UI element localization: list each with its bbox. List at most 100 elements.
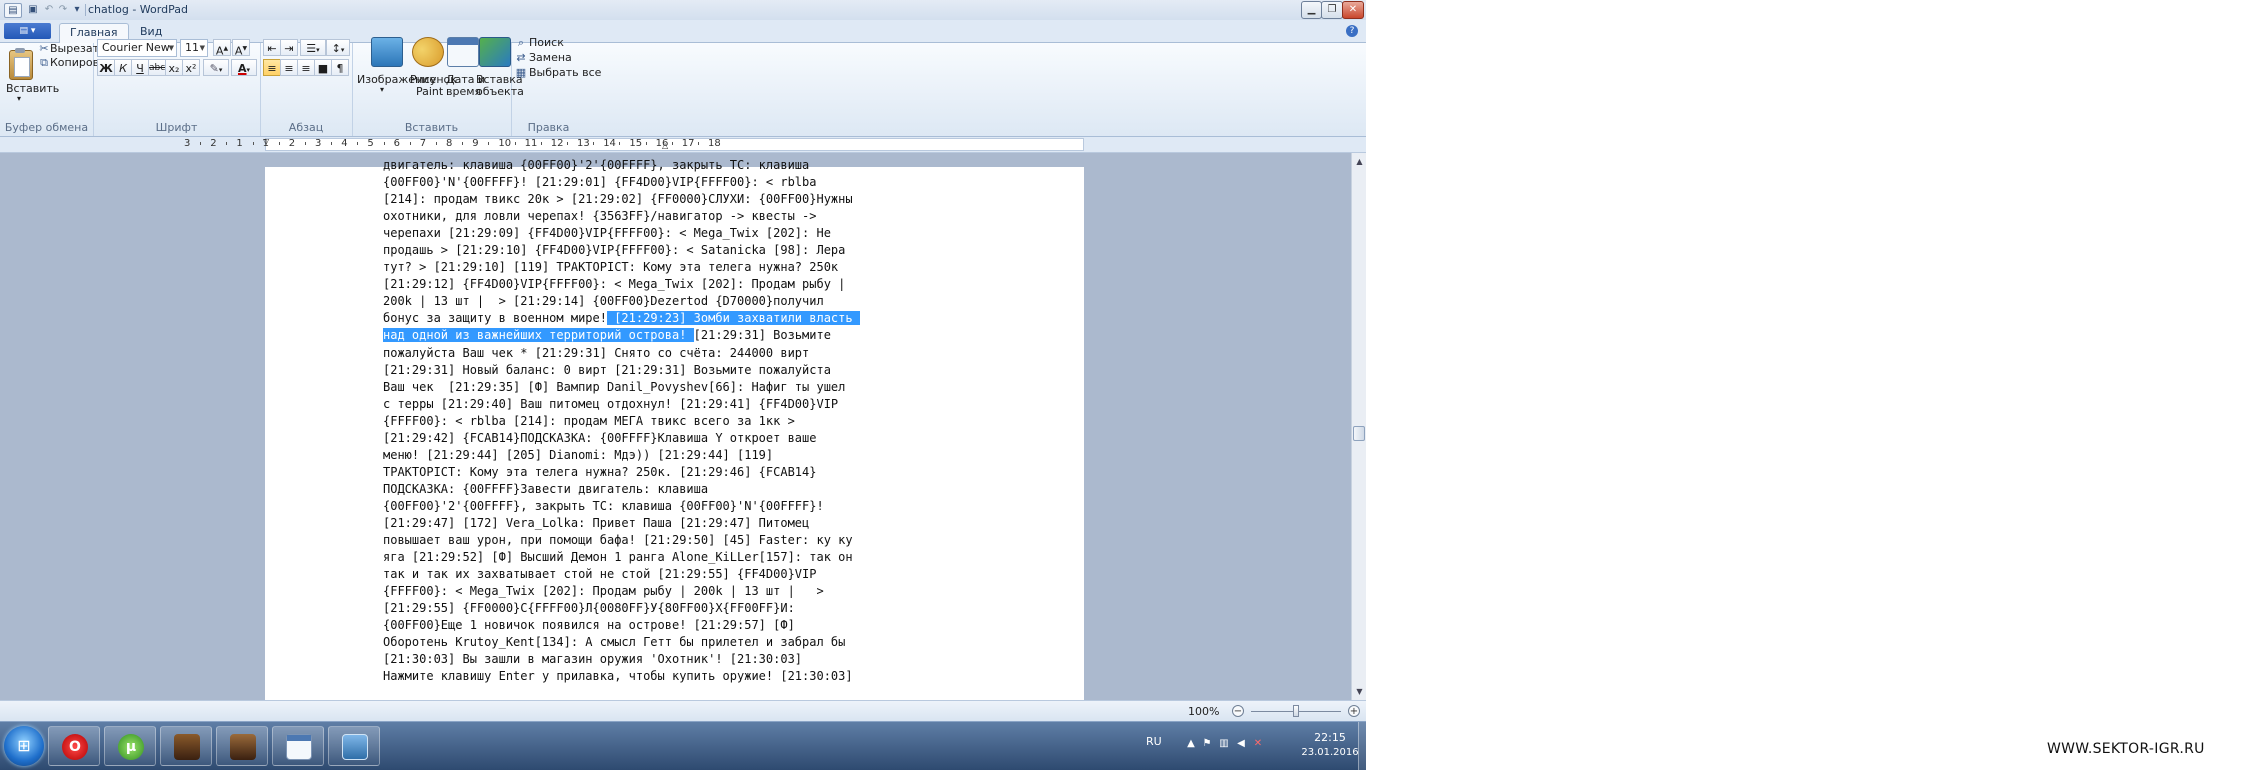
decrease-indent-button[interactable]: ⇤: [263, 39, 281, 56]
replace-icon: ⇄: [516, 51, 526, 64]
taskbar-utorrent[interactable]: µ: [104, 726, 156, 766]
taskbar-image-viewer[interactable]: [328, 726, 380, 766]
taskbar-wordpad[interactable]: [272, 726, 324, 766]
italic-button[interactable]: К: [114, 59, 132, 76]
network-icon[interactable]: ▥: [1218, 738, 1230, 750]
ruler-tick: [409, 142, 411, 145]
volume-icon[interactable]: ◀: [1235, 738, 1247, 750]
ruler[interactable]: 3 2 1 1 2 3 4 5 6 7 8 9 10 11 12 13 14 15 16 17 18 ▽ △: [0, 137, 1366, 153]
action-center-flag-icon[interactable]: ⚑: [1201, 738, 1213, 750]
grow-font-button[interactable]: A▲: [213, 39, 231, 58]
document-page[interactable]: двигатель: клавиша {00FF00}'2'{00FFFF}, …: [265, 158, 1084, 700]
ruler-number: 3: [184, 138, 191, 149]
ruler-tick: [435, 142, 437, 145]
zoom-in-button[interactable]: +: [1348, 705, 1360, 717]
close-button[interactable]: ✕: [1342, 1, 1364, 19]
ruler-tick: [671, 142, 673, 145]
picture-icon: [342, 734, 368, 760]
bold-button[interactable]: Ж: [97, 59, 115, 76]
cut-button[interactable]: ✂ Вырезать: [38, 42, 105, 56]
start-button[interactable]: ⊞: [4, 726, 44, 766]
calendar-icon: [447, 37, 479, 67]
ribbon: Вставить ▾ ✂ Вырезать ⧉ Копировать Буфер…: [0, 36, 1366, 137]
justify-button[interactable]: ■: [314, 59, 332, 76]
document-area[interactable]: двигатель: клавиша {00FF00}'2'{00FFFF}, …: [0, 153, 1351, 700]
copy-button[interactable]: ⧉ Копировать: [38, 56, 119, 70]
image-button[interactable]: Изображение ▾: [354, 37, 436, 115]
list-button[interactable]: ☰▾: [300, 39, 326, 56]
ruler-number: 4: [341, 138, 348, 149]
customize-icon[interactable]: ▾: [70, 3, 84, 16]
left-indent-marker[interactable]: ▽: [263, 137, 269, 146]
taskbar-opera[interactable]: O: [48, 726, 100, 766]
show-hidden-icons-icon[interactable]: ▲: [1185, 738, 1197, 750]
text-color-button[interactable]: A▾: [231, 59, 257, 76]
utorrent-icon: µ: [118, 734, 144, 760]
superscript-button[interactable]: x²: [182, 59, 200, 76]
editing-group-label: Правка: [527, 121, 570, 134]
replace-button[interactable]: ⇄ Замена: [515, 51, 585, 65]
redo-icon[interactable]: ↷: [56, 3, 70, 16]
paint-drawing-button[interactable]: Рисунок Paint: [410, 37, 457, 115]
ruler-tick: [488, 142, 490, 145]
show-desktop-button[interactable]: [1358, 722, 1367, 770]
increase-indent-button[interactable]: ⇥: [280, 39, 298, 56]
highlight-color-button[interactable]: ✎▾: [203, 59, 229, 76]
ruler-tick: [357, 142, 359, 145]
taskbar-game-a[interactable]: [160, 726, 212, 766]
datetime-button[interactable]: Дата и время: [446, 37, 485, 115]
shrink-font-button[interactable]: A▼: [232, 39, 250, 58]
game-character-icon: [174, 734, 200, 760]
insert-object-button[interactable]: Вставка объекта: [476, 37, 524, 115]
clock-time[interactable]: 22:15: [1306, 731, 1354, 744]
align-center-button[interactable]: ≡: [280, 59, 298, 76]
line-spacing-button[interactable]: ↕▾: [326, 39, 350, 56]
subscript-button[interactable]: x₂: [165, 59, 183, 76]
undo-icon[interactable]: ↶: [42, 3, 56, 16]
font-size-combo[interactable]: 11 ▼: [180, 39, 208, 57]
align-right-button[interactable]: ≡: [297, 59, 315, 76]
ruler-number: 10: [498, 138, 512, 149]
zoom-slider-thumb[interactable]: [1293, 705, 1299, 717]
paste-button[interactable]: Вставить ▾: [3, 46, 59, 112]
insert-group-label: Вставить: [404, 121, 459, 134]
ruler-tick: [331, 142, 333, 145]
scroll-thumb[interactable]: [1353, 426, 1365, 441]
save-icon[interactable]: ▣: [26, 3, 40, 16]
wordpad-window: ▤ ▣ ↶ ↷ ▾ chatlog - WordPad ▁ ❐ ✕ ▤ ▾ Гл…: [0, 0, 1366, 722]
ruler-number: 2: [288, 138, 296, 149]
game-character-icon: [230, 734, 256, 760]
language-indicator[interactable]: RU: [1146, 735, 1162, 748]
find-button[interactable]: ⌕ Поиск: [515, 36, 585, 50]
paste-label: Вставить: [6, 82, 60, 95]
zoom-out-button[interactable]: −: [1232, 705, 1244, 717]
font-group-label: Шрифт: [155, 121, 198, 134]
app-menu-button[interactable]: ▤ ▾: [4, 23, 51, 39]
align-left-button[interactable]: ≡: [263, 59, 281, 76]
taskbar-game-b[interactable]: [216, 726, 268, 766]
font-family-combo[interactable]: Courier New ▼: [97, 39, 177, 57]
title-bar[interactable]: ▤ ▣ ↶ ↷ ▾ chatlog - WordPad ▁ ❐ ✕: [0, 0, 1366, 21]
document-text[interactable]: двигатель: клавиша {00FF00}'2'{00FFFF}, …: [383, 157, 968, 685]
clock-date[interactable]: 23.01.2016: [1300, 747, 1360, 758]
select-all-button[interactable]: ▦ Выбрать все: [515, 66, 602, 80]
minimize-button[interactable]: ▁: [1301, 1, 1322, 19]
ruler-tick: [697, 142, 699, 145]
image-icon: [371, 37, 403, 67]
right-indent-marker[interactable]: △: [662, 141, 668, 150]
strikethrough-button[interactable]: abc: [148, 59, 166, 76]
ruler-number: 11: [524, 138, 538, 149]
scroll-up-arrow-icon[interactable]: ▲: [1353, 155, 1366, 168]
volume-muted-icon[interactable]: ✕: [1252, 738, 1264, 750]
help-icon[interactable]: ?: [1346, 25, 1358, 37]
wordpad-app-icon[interactable]: ▤: [4, 3, 22, 18]
vertical-scrollbar[interactable]: ▲ ▼: [1351, 153, 1366, 700]
paste-icon: [9, 48, 33, 80]
scroll-down-arrow-icon[interactable]: ▼: [1353, 685, 1366, 698]
maximize-button[interactable]: ❐: [1321, 1, 1343, 19]
ruler-tick: [226, 142, 228, 145]
paragraph-settings-button[interactable]: ¶: [331, 59, 349, 76]
underline-button[interactable]: Ч: [131, 59, 149, 76]
ruler-number: 8: [446, 138, 453, 149]
chevron-down-icon: ▼: [168, 44, 174, 52]
